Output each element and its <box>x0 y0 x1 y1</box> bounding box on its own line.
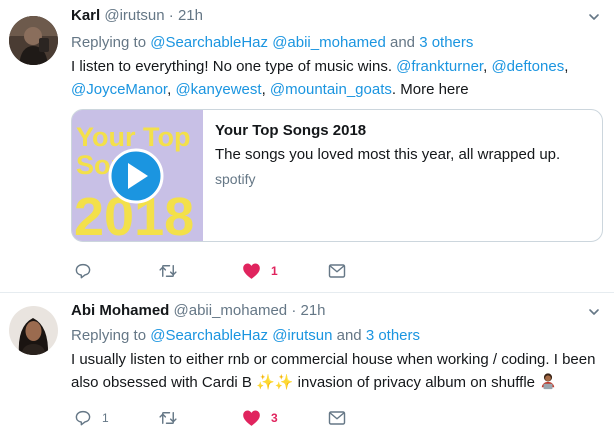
tweet-text: invasion of privacy album on shuffle <box>297 374 535 391</box>
chevron-down-icon[interactable] <box>588 306 600 318</box>
punctuation: . <box>391 81 397 98</box>
retweet-button[interactable] <box>158 261 188 281</box>
replying-to-label: Replying to <box>71 327 147 344</box>
others-link[interactable]: 3 others <box>366 327 420 344</box>
heart-icon <box>243 263 260 279</box>
tweet-text: I listen to everything! No one type of m… <box>71 58 392 75</box>
retweet-icon <box>159 265 177 277</box>
tweet-header: Karl @irutsun · 21h <box>71 6 203 26</box>
more-here-text: More here <box>400 81 469 98</box>
reply-icon <box>75 263 91 279</box>
retweet-button[interactable] <box>158 408 188 428</box>
card-title: Your Top Songs 2018 <box>215 122 367 139</box>
timestamp[interactable]: 21h <box>178 7 203 24</box>
card-domain: spotify <box>215 171 256 187</box>
tweet-text-line: also obsessed with Cardi B ✨✨ invasion o… <box>71 372 557 394</box>
reply-icon <box>75 410 91 426</box>
direct-message-button[interactable] <box>328 408 346 428</box>
reply-count: 1 <box>102 411 109 425</box>
mention-link[interactable]: @SearchableHaz <box>150 327 268 344</box>
play-icon[interactable] <box>108 148 164 204</box>
tweet-text-line: I usually listen to either rnb or commer… <box>71 351 596 368</box>
card-image: Your Top Songs 2018 <box>72 110 203 241</box>
sparkles-emoji: ✨✨ <box>256 374 294 391</box>
retweet-icon <box>159 412 177 424</box>
direct-message-button[interactable] <box>328 261 346 281</box>
user-handle[interactable]: @irutsun <box>104 7 164 24</box>
like-count: 1 <box>271 264 278 278</box>
separator-dot: · <box>168 7 174 24</box>
separator-dot: · <box>291 302 297 319</box>
tweet-text: also obsessed with Cardi B <box>71 374 252 391</box>
tweet-header: Abi Mohamed @abii_mohamed · 21h <box>71 301 326 321</box>
divider <box>0 292 614 293</box>
tweet-text-line: I listen to everything! No one type of m… <box>71 56 568 78</box>
like-button[interactable]: 3 <box>242 408 278 428</box>
tweet-text-line: @JoyceManor, @kanyewest, @mountain_goats… <box>71 79 469 101</box>
replying-and: and <box>336 327 362 344</box>
display-name[interactable]: Karl <box>71 7 100 24</box>
mention-link[interactable]: @irutsun <box>272 327 332 344</box>
heart-icon <box>243 410 260 426</box>
others-link[interactable]: 3 others <box>419 34 473 51</box>
mention-link[interactable]: @abii_mohamed <box>272 34 386 51</box>
user-handle[interactable]: @abii_mohamed <box>174 302 288 319</box>
envelope-icon <box>328 411 346 425</box>
mention-link[interactable]: @JoyceManor <box>71 81 167 98</box>
avatar-photo <box>9 306 58 355</box>
link-card[interactable]: Your Top Songs 2018 Your Top Songs 2018 … <box>71 109 603 242</box>
card-artwork: Your Top Songs 2018 <box>72 110 203 241</box>
punctuation: , <box>261 81 266 98</box>
mention-link[interactable]: @SearchableHaz <box>150 34 268 51</box>
replying-and: and <box>389 34 416 51</box>
replying-to-label: Replying to <box>71 34 147 51</box>
mention-link[interactable]: @frankturner <box>396 58 483 75</box>
card-description: The songs you loved most this year, all … <box>215 146 561 163</box>
replying-to: Replying to @SearchableHaz @abii_mohamed… <box>71 33 473 53</box>
mention-link[interactable]: @deftones <box>491 58 564 75</box>
reply-button[interactable] <box>74 261 102 281</box>
punctuation: , <box>483 58 488 75</box>
card-image-text: Your Top <box>76 122 190 152</box>
replying-to: Replying to @SearchableHaz @irutsun and … <box>71 326 420 346</box>
display-name[interactable]: Abi Mohamed <box>71 302 169 319</box>
envelope-icon <box>328 264 346 278</box>
like-button[interactable]: 1 <box>242 261 278 281</box>
chevron-down-icon[interactable] <box>588 11 600 23</box>
reply-button[interactable]: 1 <box>74 408 109 428</box>
punctuation: , <box>564 58 569 75</box>
woman-technologist-emoji <box>541 373 555 390</box>
punctuation: , <box>167 81 172 98</box>
avatar[interactable] <box>9 306 58 355</box>
like-count: 3 <box>271 411 278 425</box>
avatar[interactable] <box>9 16 58 65</box>
mention-link[interactable]: @kanyewest <box>175 81 261 98</box>
avatar-photo <box>9 16 58 65</box>
timestamp[interactable]: 21h <box>300 302 325 319</box>
mention-link[interactable]: @mountain_goats <box>270 81 392 98</box>
